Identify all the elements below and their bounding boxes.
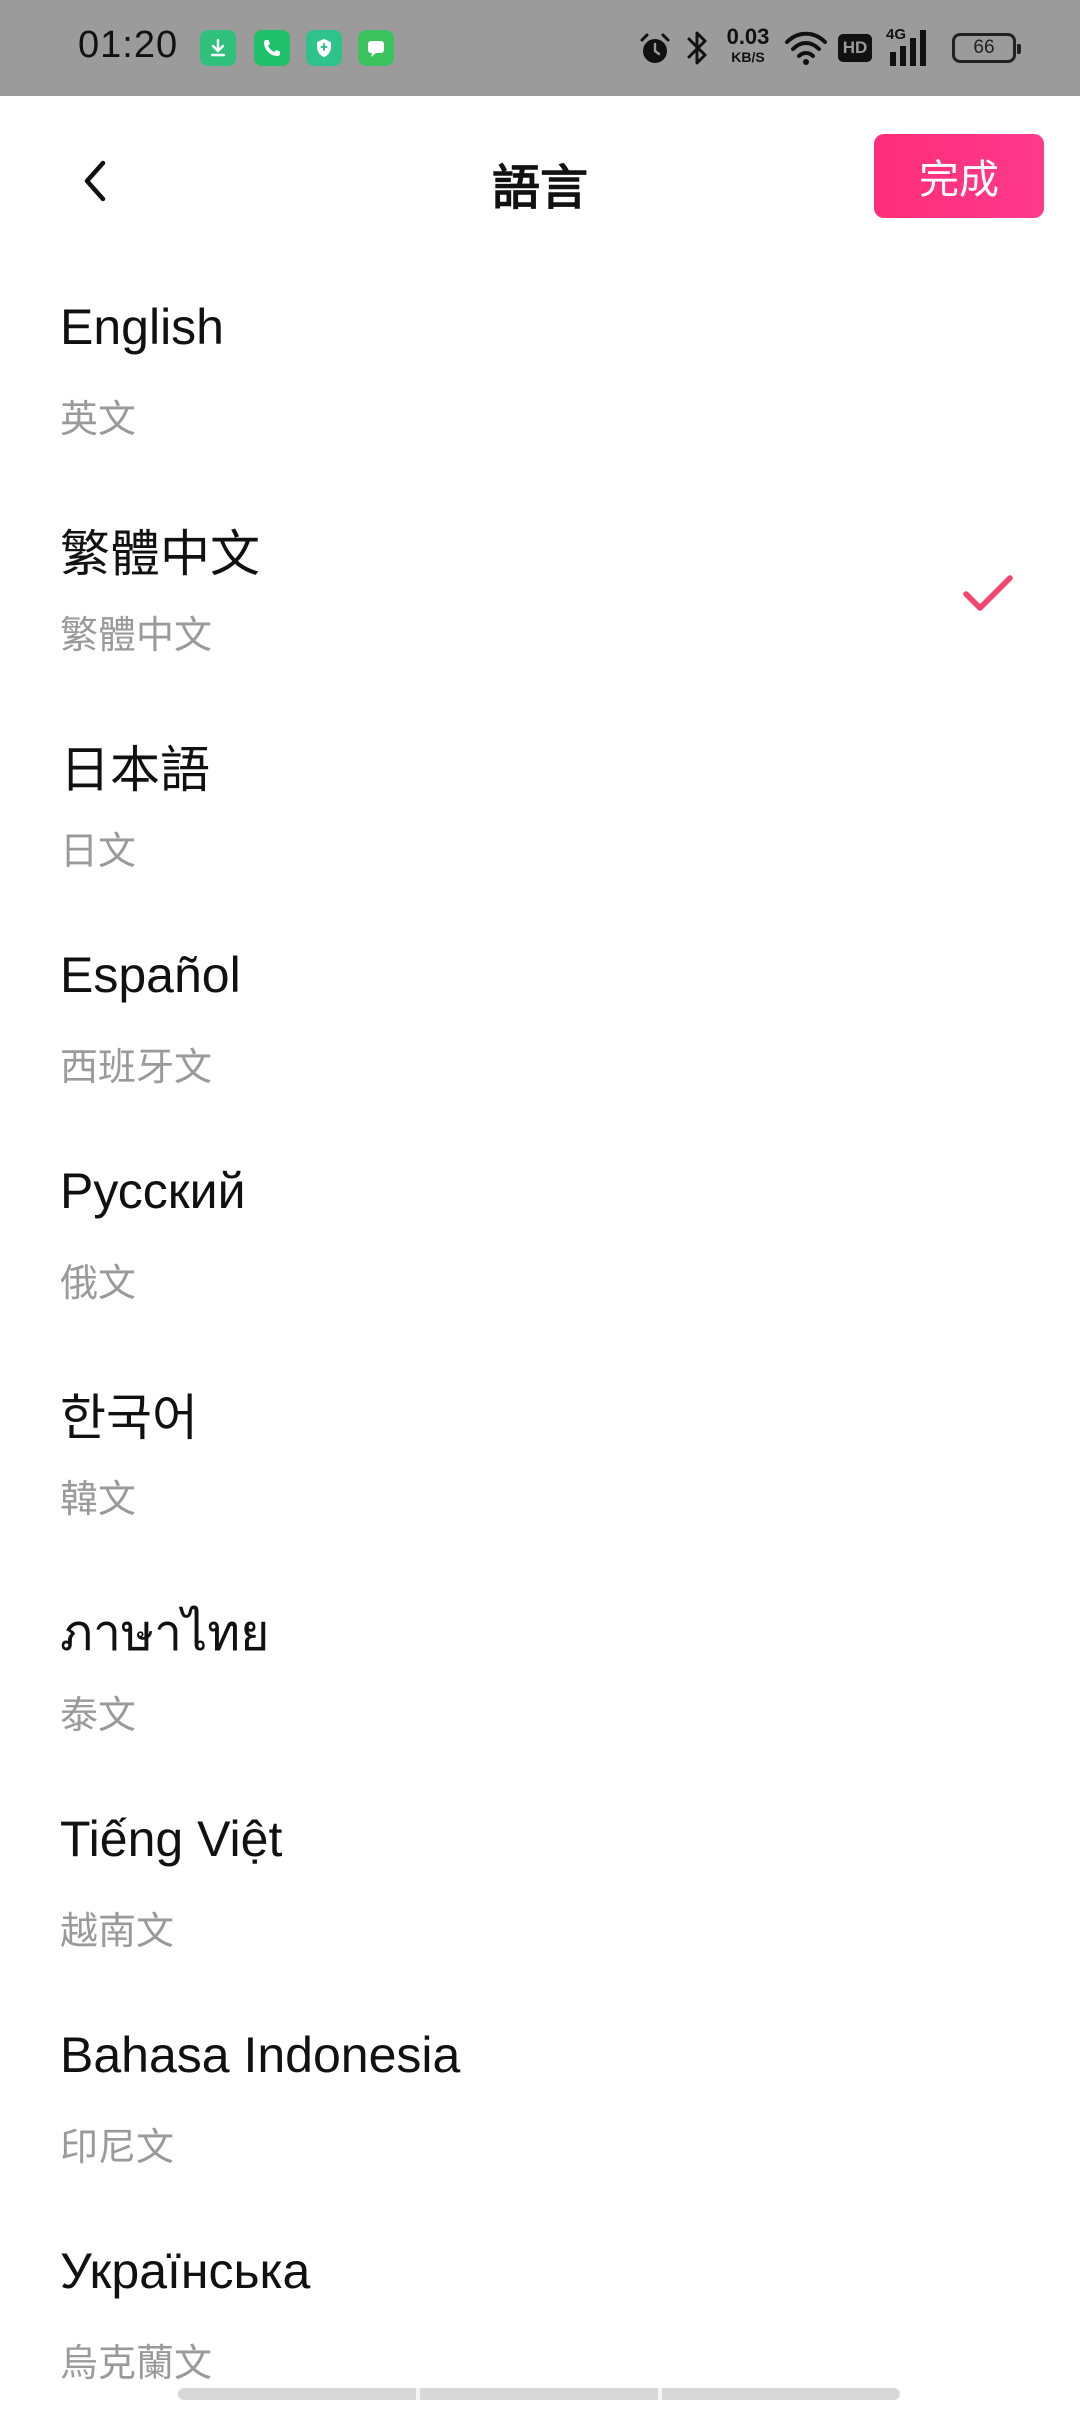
network-speed: 0.03 KB/S <box>720 24 776 65</box>
language-native-name: 繁體中文 <box>60 526 260 582</box>
language-translated-name: 烏克蘭文 <box>60 2343 213 2385</box>
language-native-name: 한국어 <box>60 1390 198 1446</box>
language-item-ukrainian[interactable]: Українська 烏克蘭文 <box>0 2202 1080 2418</box>
battery-icon: 66 <box>952 33 1021 63</box>
wifi-icon <box>784 28 828 73</box>
language-native-name: ภาษาไทย <box>60 1605 270 1661</box>
message-icon <box>358 30 394 66</box>
language-translated-name: 韓文 <box>60 1479 137 1521</box>
language-native-name: Español <box>60 947 241 1003</box>
status-bar: 01:20 0.03 KB/S HD 4G 66 <box>0 0 1080 96</box>
done-button[interactable]: 完成 <box>874 134 1044 218</box>
hd-label: HD <box>842 38 868 57</box>
language-native-name: 日本語 <box>60 742 210 798</box>
phone-icon <box>254 30 290 66</box>
language-translated-name: 英文 <box>60 399 137 441</box>
status-time: 01:20 <box>78 24 179 66</box>
language-native-name: Bahasa Indonesia <box>60 2027 461 2083</box>
language-item-traditional-chinese[interactable]: 繁體中文 繁體中文 <box>0 474 1080 690</box>
language-item-korean[interactable]: 한국어 韓文 <box>0 1338 1080 1554</box>
download-icon <box>200 30 236 66</box>
language-translated-name: 日文 <box>60 831 137 873</box>
language-list: English 英文 繁體中文 繁體中文 日本語 日文 Español 西班牙文… <box>0 258 1080 2418</box>
language-item-japanese[interactable]: 日本語 日文 <box>0 690 1080 906</box>
language-translated-name: 越南文 <box>60 1911 175 1953</box>
language-item-english[interactable]: English 英文 <box>0 258 1080 474</box>
battery-level: 66 <box>973 37 995 58</box>
language-item-spanish[interactable]: Español 西班牙文 <box>0 906 1080 1122</box>
language-native-name: Tiếng Việt <box>60 1811 283 1867</box>
network-speed-value: 0.03 <box>726 24 770 49</box>
language-translated-name: 西班牙文 <box>60 1047 213 1089</box>
header: 語言 完成 <box>0 96 1080 258</box>
language-native-name: English <box>60 299 224 355</box>
language-native-name: Русский <box>60 1163 246 1219</box>
hd-icon: HD <box>838 34 872 62</box>
language-item-indonesian[interactable]: Bahasa Indonesia 印尼文 <box>0 1986 1080 2202</box>
language-translated-name: 印尼文 <box>60 2127 175 2169</box>
bottom-scroll-indicator <box>178 2388 900 2400</box>
language-item-thai[interactable]: ภาษาไทย 泰文 <box>0 1554 1080 1770</box>
network-speed-unit: KB/S <box>731 49 765 65</box>
checkmark-icon <box>963 575 1013 611</box>
language-native-name: Українська <box>60 2243 311 2299</box>
alarm-icon <box>636 30 674 73</box>
language-item-russian[interactable]: Русский 俄文 <box>0 1122 1080 1338</box>
language-translated-name: 俄文 <box>60 1263 137 1305</box>
language-translated-name: 泰文 <box>60 1695 137 1737</box>
shield-icon <box>306 30 342 66</box>
cellular-signal-icon: 4G <box>886 26 936 70</box>
language-item-vietnamese[interactable]: Tiếng Việt 越南文 <box>0 1770 1080 1986</box>
language-translated-name: 繁體中文 <box>60 615 213 657</box>
bluetooth-icon <box>684 28 710 73</box>
